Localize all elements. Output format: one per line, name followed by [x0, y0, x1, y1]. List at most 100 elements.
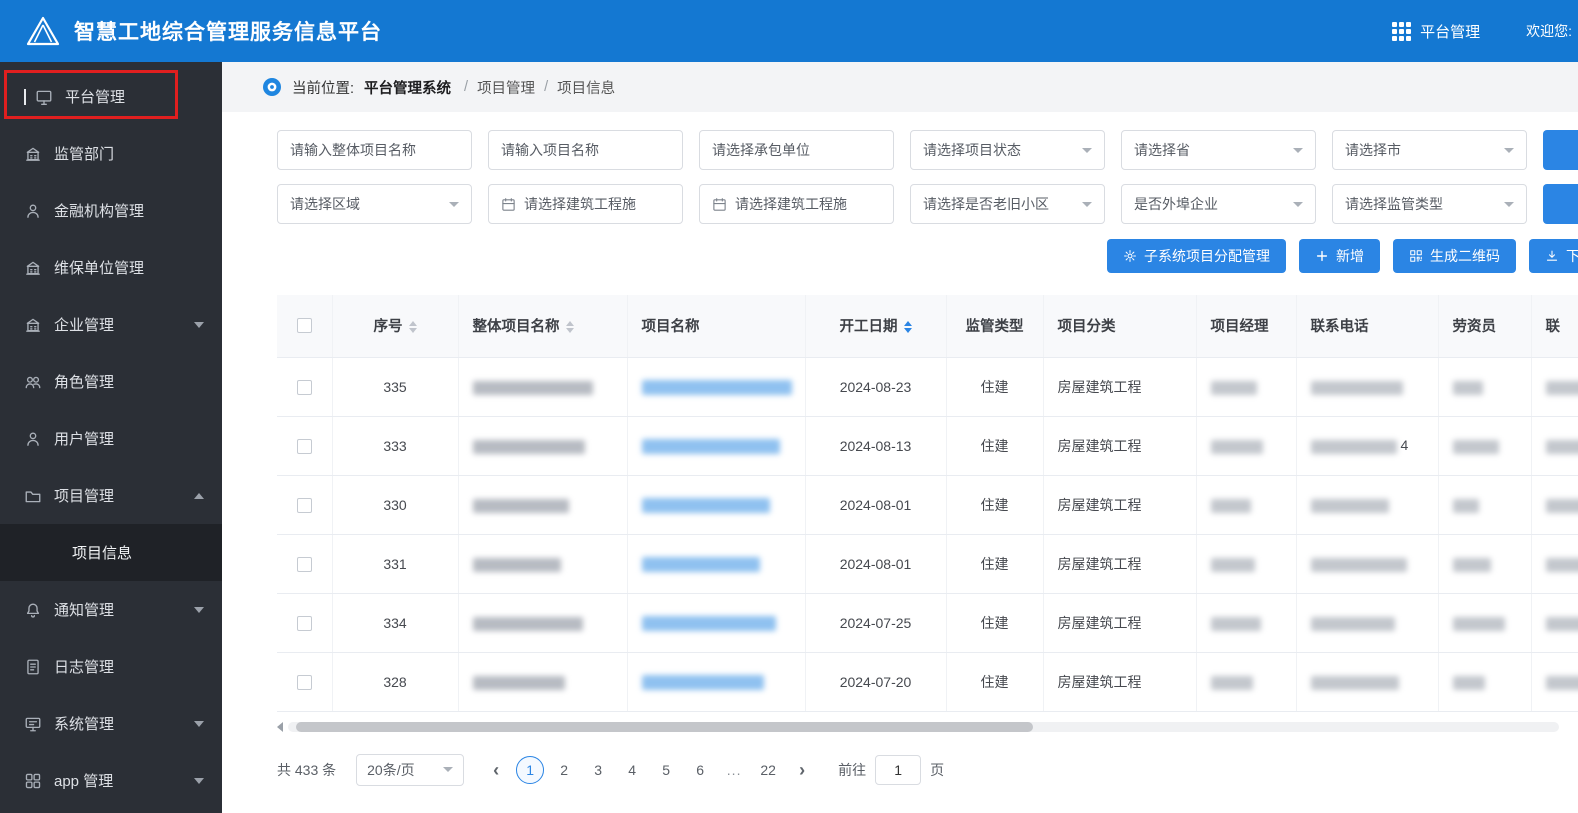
sort-icon[interactable]: [903, 321, 912, 334]
sidebar-item-system-management[interactable]: 系统管理: [0, 695, 222, 752]
row-select-cell[interactable]: [277, 475, 333, 535]
clipped-cell: [1531, 593, 1578, 653]
chevron-down-icon: [1504, 147, 1514, 153]
generate-qrcode-button[interactable]: 生成二维码: [1393, 239, 1516, 273]
prev-page-button[interactable]: ‹: [484, 761, 508, 779]
column-header-select[interactable]: [277, 295, 333, 358]
filter-city[interactable]: 请选择市: [1332, 130, 1527, 170]
filter-contractor[interactable]: [699, 130, 894, 170]
filter-placeholder: 请选择区域: [290, 196, 360, 212]
filter-placeholder: 是否外埠企业: [1134, 196, 1218, 212]
sidebar-item-user-management[interactable]: 用户管理: [0, 410, 222, 467]
filter-province[interactable]: 请选择省: [1121, 130, 1316, 170]
filter-input-project-name[interactable]: [501, 142, 670, 158]
supervision-type-cell: 住建: [946, 652, 1044, 712]
header-platform-nav[interactable]: 平台管理: [1420, 21, 1480, 42]
contact-phone-cell: [1296, 357, 1439, 417]
filter-supervision-type[interactable]: 请选择监管类型: [1332, 184, 1527, 224]
page-button-3[interactable]: 3: [584, 756, 612, 784]
row-checkbox[interactable]: [296, 497, 312, 513]
filter-input-contractor[interactable]: [712, 142, 881, 158]
redacted-text: [1452, 380, 1483, 395]
page-button-22[interactable]: 22: [754, 756, 782, 784]
scrollbar-track[interactable]: [288, 721, 1559, 732]
column-header-overall-project-name[interactable]: 整体项目名称: [458, 295, 628, 358]
sidebar-item-notification-management[interactable]: 通知管理: [0, 581, 222, 638]
scrollbar-thumb[interactable]: [296, 721, 1034, 732]
sidebar-item-maintenance-unit-management[interactable]: 维保单位管理: [0, 239, 222, 296]
redacted-text: [1310, 439, 1397, 454]
table-header-row: 序号 整体项目名称 项目名称 开工日期 监管类型 项目分类 项目经理 联系电话 劳资员 联: [277, 295, 1578, 358]
row-checkbox[interactable]: [296, 615, 312, 631]
column-header-seq[interactable]: 序号: [332, 295, 459, 358]
page-button-6[interactable]: 6: [686, 756, 714, 784]
filter-project-name[interactable]: [488, 130, 683, 170]
scroll-left-arrow-icon[interactable]: [277, 721, 283, 732]
row-checkbox[interactable]: [296, 556, 312, 572]
bell-icon: [24, 601, 42, 619]
system-icon: [24, 715, 42, 733]
select-all-checkbox[interactable]: [296, 318, 312, 334]
clipped-button-row2[interactable]: [1543, 184, 1578, 224]
column-header-start-date[interactable]: 开工日期: [805, 295, 947, 358]
goto-page-input[interactable]: [875, 754, 922, 785]
next-page-button[interactable]: ›: [790, 761, 814, 779]
page-button-1[interactable]: 1: [516, 755, 545, 784]
sort-icon[interactable]: [565, 321, 574, 334]
start-date-cell: 2024-08-01: [805, 475, 947, 535]
row-checkbox[interactable]: [296, 379, 312, 395]
project-name-cell: [627, 534, 806, 594]
sidebar-item-enterprise-management[interactable]: 企业管理: [0, 296, 222, 353]
filter-overall-project-name[interactable]: [277, 130, 472, 170]
sidebar-item-log-management[interactable]: 日志管理: [0, 638, 222, 695]
project-category-cell: 房屋建筑工程: [1043, 357, 1197, 417]
column-header-supervision-type: 监管类型: [946, 295, 1044, 358]
breadcrumb-item-1[interactable]: 项目信息: [557, 77, 615, 98]
filter-region[interactable]: 请选择区域: [277, 184, 472, 224]
filter-old-community[interactable]: 请选择是否老旧小区: [910, 184, 1105, 224]
sort-icon[interactable]: [408, 321, 417, 334]
row-select-cell[interactable]: [277, 416, 333, 476]
row-checkbox[interactable]: [296, 674, 312, 690]
supervision-type-cell: 住建: [946, 534, 1044, 594]
apps-grid-icon[interactable]: [1392, 21, 1412, 41]
column-header-contact-phone: 联系电话: [1296, 295, 1439, 358]
clipped-button-row1[interactable]: [1543, 130, 1578, 170]
filter-input-overall-project-name[interactable]: [290, 142, 459, 158]
sidebar-item-role-management[interactable]: 角色管理: [0, 353, 222, 410]
action-label: 子系统项目分配管理: [1144, 248, 1270, 264]
project-manager-cell: [1196, 475, 1297, 535]
filter-construction-date-end[interactable]: 请选择建筑工程施: [699, 184, 894, 224]
filter-external-enterprise[interactable]: 是否外埠企业: [1121, 184, 1316, 224]
add-button[interactable]: 新增: [1299, 239, 1380, 273]
download-button[interactable]: 下载: [1529, 239, 1578, 273]
row-select-cell[interactable]: [277, 593, 333, 653]
page-size-value: 20条/页: [367, 761, 415, 778]
sidebar-item-supervision-department[interactable]: 监管部门: [0, 125, 222, 182]
start-date-cell: 2024-08-23: [805, 357, 947, 417]
redacted-text: [641, 674, 764, 690]
sidebar-item-platform-management[interactable]: 平台管理: [0, 68, 222, 125]
page-button-2[interactable]: 2: [550, 756, 578, 784]
page-button-5[interactable]: 5: [652, 756, 680, 784]
redacted-text: [641, 497, 770, 513]
sidebar-item-financial-institution-management[interactable]: 金融机构管理: [0, 182, 222, 239]
breadcrumb-item-0[interactable]: 项目管理: [477, 77, 535, 98]
filter-construction-date-start[interactable]: 请选择建筑工程施: [488, 184, 683, 224]
row-select-cell[interactable]: [277, 652, 333, 712]
breadcrumb-root[interactable]: 平台管理系统: [364, 77, 451, 98]
subsystem-assign-button[interactable]: 子系统项目分配管理: [1107, 239, 1286, 273]
filter-placeholder: 请选择监管类型: [1345, 196, 1443, 212]
row-checkbox[interactable]: [296, 438, 312, 454]
row-select-cell[interactable]: [277, 357, 333, 417]
sidebar-item-app-management[interactable]: app 管理: [0, 752, 222, 809]
filter-project-status[interactable]: 请选择项目状态: [910, 130, 1105, 170]
seq-cell: 335: [332, 357, 459, 417]
row-select-cell[interactable]: [277, 534, 333, 594]
page-size-select[interactable]: 20条/页: [356, 753, 465, 786]
project-category-cell: 房屋建筑工程: [1043, 652, 1197, 712]
sidebar-item-project-management[interactable]: 项目管理: [0, 467, 222, 524]
sidebar-subitem-project-info[interactable]: 项目信息: [0, 524, 222, 581]
start-date-cell: 2024-08-13: [805, 416, 947, 476]
page-button-4[interactable]: 4: [618, 756, 646, 784]
